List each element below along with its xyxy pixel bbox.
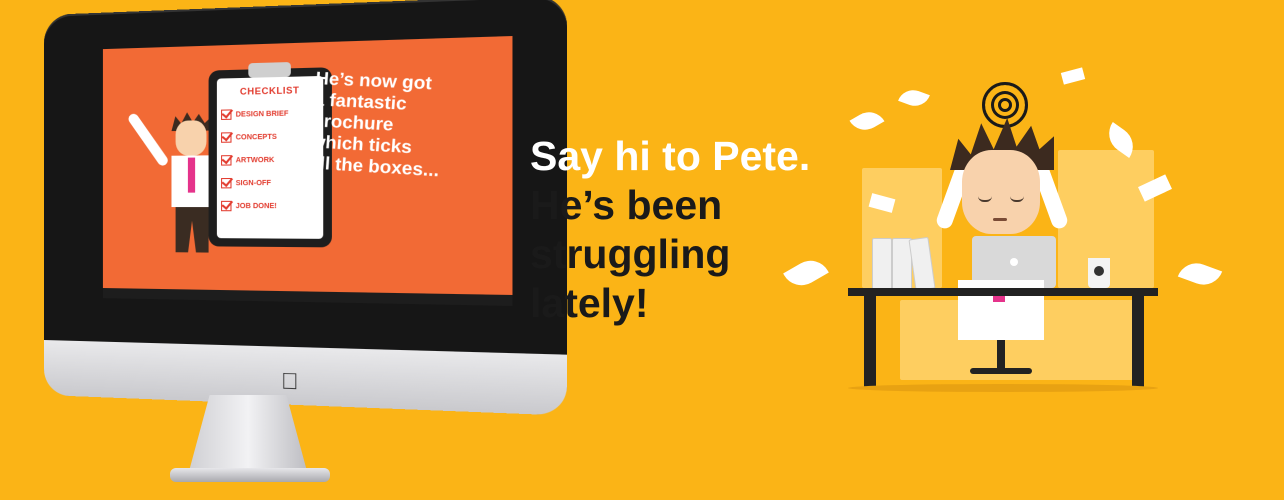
checklist-item: CONCEPTS [221, 132, 277, 143]
flying-paper [1060, 67, 1086, 85]
imac-stand [188, 395, 308, 475]
chair-post [997, 340, 1005, 370]
cartoon-man-head [175, 120, 207, 156]
checkbox-checked-icon [221, 132, 232, 143]
floor-shadow [848, 384, 1158, 392]
checklist-paper: CHECKLIST DESIGN BRIEF CONCEPTS ARTWORK … [216, 75, 324, 239]
flying-paper [898, 85, 930, 111]
imac-computer: CHECKLIST DESIGN BRIEF CONCEPTS ARTWORK … [44, 0, 567, 416]
pete-mouth [993, 218, 1007, 221]
checklist-item: ARTWORK [221, 155, 274, 166]
desk-leg [1132, 296, 1144, 388]
imac-screen: CHECKLIST DESIGN BRIEF CONCEPTS ARTWORK … [102, 36, 513, 295]
chair-base [970, 368, 1032, 374]
imac-chin:  [44, 340, 567, 416]
clipboard-clip [248, 62, 291, 78]
headline-line-1: Say hi to Pete. [530, 133, 811, 179]
checklist-item: SIGN-OFF [221, 177, 271, 189]
checkbox-checked-icon [221, 200, 232, 212]
checklist-item: JOB DONE! [221, 200, 277, 212]
cartoon-man-arm [126, 111, 170, 168]
checkbox-checked-icon [221, 155, 232, 166]
laptop-logo-icon [1010, 258, 1018, 266]
apple-logo-icon:  [278, 368, 302, 395]
desk-top [848, 288, 1158, 296]
flying-paper [1177, 257, 1223, 291]
checklist-item: DESIGN BRIEF [221, 108, 288, 120]
headline-line-4: lately! [530, 280, 649, 326]
coffee-cup [1088, 258, 1110, 288]
pete-head [962, 150, 1040, 234]
checkbox-checked-icon [221, 177, 232, 189]
imac-stand-base [170, 468, 330, 482]
desk-leg [864, 296, 876, 388]
binder [872, 238, 892, 290]
screen-message: He’s now got a fantastic brochure which … [309, 68, 496, 185]
headline-line-2: He’s been [530, 182, 723, 228]
cartoon-man-legs [176, 207, 209, 253]
cartoon-man-tie [187, 157, 196, 193]
checklist-title: CHECKLIST [239, 84, 300, 97]
coffee-cup-logo-icon [1094, 266, 1104, 276]
stress-scribble-icon [982, 82, 1028, 128]
headline: Say hi to Pete. He’s been struggling lat… [530, 132, 870, 328]
checkbox-checked-icon [221, 109, 232, 120]
